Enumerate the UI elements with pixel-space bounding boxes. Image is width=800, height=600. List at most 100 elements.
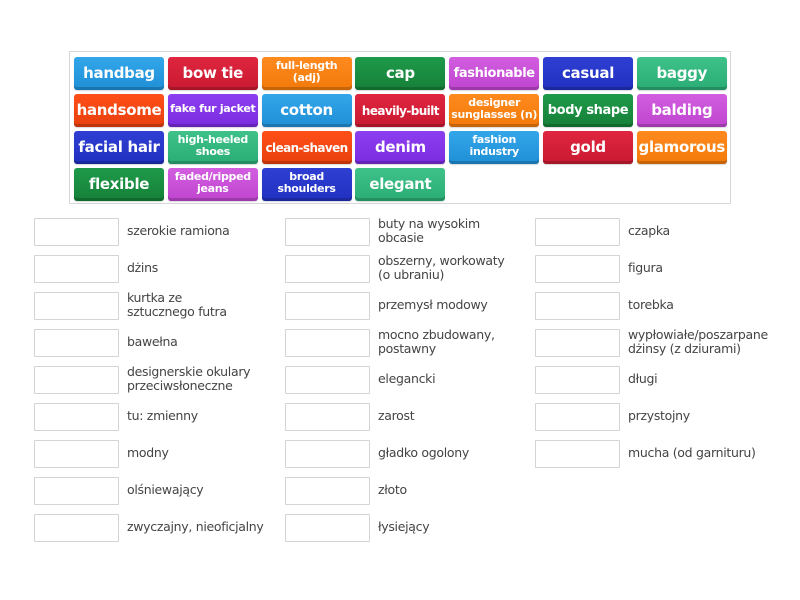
word-tile[interactable]: cotton	[261, 94, 352, 127]
word-tile-label: fake fur jacket	[170, 102, 256, 115]
word-tile-label: handbag	[83, 64, 155, 82]
word-tile-label: fashionable	[453, 66, 535, 81]
drop-slot[interactable]	[535, 292, 620, 320]
definition-label: tu: zmienny	[127, 409, 198, 423]
definition-line-1: mocno zbudowany,	[378, 327, 495, 342]
word-tile[interactable]: designer sunglasses (n)	[449, 94, 540, 127]
word-tile[interactable]: casual	[543, 57, 633, 90]
definition-line-1: kurtka ze	[127, 290, 183, 305]
word-tile[interactable]: bow tie	[167, 57, 258, 90]
definition-label: przystojny	[628, 409, 690, 423]
drop-slot[interactable]	[535, 255, 620, 283]
word-tile-label: denim	[374, 138, 426, 156]
definition-label: gładko ogolony	[378, 446, 469, 460]
word-tile[interactable]: denim	[355, 131, 446, 164]
drop-slot[interactable]	[34, 255, 119, 283]
word-tile[interactable]: baggy	[636, 57, 727, 90]
definition-line-2: dżinsy (z dziurami)	[628, 341, 741, 356]
drop-slot[interactable]	[535, 329, 620, 357]
drop-slot[interactable]	[285, 366, 370, 394]
word-tile-label: glamorous	[638, 138, 726, 156]
word-tile[interactable]: broad shoulders	[261, 168, 352, 201]
word-tile[interactable]: gold	[543, 131, 633, 164]
drop-slot[interactable]	[285, 403, 370, 431]
definition-line-1: zwyczajny, nieoficjalny	[127, 519, 264, 534]
drop-slot[interactable]	[34, 366, 119, 394]
word-tile-label: baggy	[656, 64, 708, 82]
word-tile[interactable]: heavily-built	[355, 94, 446, 127]
word-tile-label: body shape	[547, 103, 629, 118]
word-tile[interactable]: handsome	[74, 94, 164, 127]
definition-line-1: zarost	[378, 408, 415, 423]
definition-label: designerskie okulary przeciwsłoneczne	[127, 365, 251, 393]
definition-label: szerokie ramiona	[127, 224, 230, 238]
word-tile[interactable]: flexible	[74, 168, 164, 201]
word-tile-label: facial hair	[78, 138, 160, 156]
drop-slot[interactable]	[34, 514, 119, 542]
word-tile[interactable]: high-heeled shoes	[167, 131, 258, 164]
word-tile[interactable]: handbag	[74, 57, 164, 90]
word-tile[interactable]: fake fur jacket	[167, 94, 258, 127]
drop-slot[interactable]	[34, 403, 119, 431]
word-tile[interactable]: elegant	[355, 168, 446, 201]
definition-line-1: bawełna	[127, 334, 178, 349]
definition-line-1: tu: zmienny	[127, 408, 198, 423]
definition-label: torebka	[628, 298, 674, 312]
drop-slot[interactable]	[34, 329, 119, 357]
definition-line-1: gładko ogolony	[378, 445, 469, 460]
word-tile-label: heavily-built	[361, 103, 440, 118]
definition-line-1: dżins	[127, 260, 158, 275]
definition-line-1: przemysł modowy	[378, 297, 488, 312]
word-tile-label: bow tie	[182, 64, 244, 82]
drop-slot[interactable]	[34, 440, 119, 468]
definition-line-1: szerokie ramiona	[127, 223, 230, 238]
drop-slot[interactable]	[285, 329, 370, 357]
drop-slot[interactable]	[285, 477, 370, 505]
definition-label: złoto	[378, 483, 407, 497]
word-tile[interactable]: glamorous	[636, 131, 727, 164]
word-tile[interactable]: body shape	[543, 94, 633, 127]
drop-slot[interactable]	[285, 514, 370, 542]
word-tile[interactable]: fashionable	[449, 57, 540, 90]
drop-slot[interactable]	[285, 255, 370, 283]
word-tile[interactable]: balding	[636, 94, 727, 127]
drop-slot[interactable]	[535, 440, 620, 468]
definition-label: mucha (od garnituru)	[628, 446, 756, 460]
definition-label: elegancki	[378, 372, 436, 386]
definition-label: mocno zbudowany, postawny	[378, 328, 495, 356]
word-tile[interactable]: fashion industry	[449, 131, 540, 164]
definition-line-1: olśniewający	[127, 482, 204, 497]
drop-slot[interactable]	[34, 218, 119, 246]
definition-line-1: figura	[628, 260, 663, 275]
drop-slot[interactable]	[535, 218, 620, 246]
drop-slot[interactable]	[285, 218, 370, 246]
word-tile-label: broad shoulders	[277, 170, 336, 195]
word-tile[interactable]: full-length (adj)	[261, 57, 352, 90]
definition-line-2: obcasie	[378, 230, 424, 245]
word-tile[interactable]: faded/ripped jeans	[167, 168, 258, 201]
definition-label: wypłowiałe/poszarpane dżinsy (z dziurami)	[628, 328, 768, 356]
drop-slot[interactable]	[34, 477, 119, 505]
word-tile-label: balding	[651, 101, 713, 119]
word-tile[interactable]: cap	[355, 57, 446, 90]
definition-label: olśniewający	[127, 482, 204, 497]
word-tile-label: elegant	[369, 175, 432, 193]
word-tile-label: cap	[385, 64, 415, 82]
definition-line-1: obszerny, workowaty	[378, 253, 505, 268]
definition-line-2: (o ubraniu)	[378, 267, 445, 282]
definition-line-2: przeciwsłoneczne	[127, 378, 233, 393]
definition-line-1: mucha (od garnituru)	[628, 445, 756, 460]
drop-slot[interactable]	[34, 292, 119, 320]
drop-slot[interactable]	[285, 292, 370, 320]
drop-slot[interactable]	[535, 366, 620, 394]
definition-label: łysiejący	[378, 520, 430, 534]
drop-slot[interactable]	[285, 440, 370, 468]
definition-line-2: sztucznego futra	[127, 304, 227, 319]
definition-label: bawełna	[127, 335, 178, 349]
word-tile[interactable]: facial hair	[74, 131, 164, 164]
word-tile-label: designer sunglasses (n)	[451, 96, 538, 121]
drop-slot[interactable]	[535, 403, 620, 431]
word-tile[interactable]: clean-shaven	[261, 131, 352, 164]
word-tile-label: cotton	[280, 101, 333, 119]
word-tile-label: flexible	[88, 175, 150, 193]
